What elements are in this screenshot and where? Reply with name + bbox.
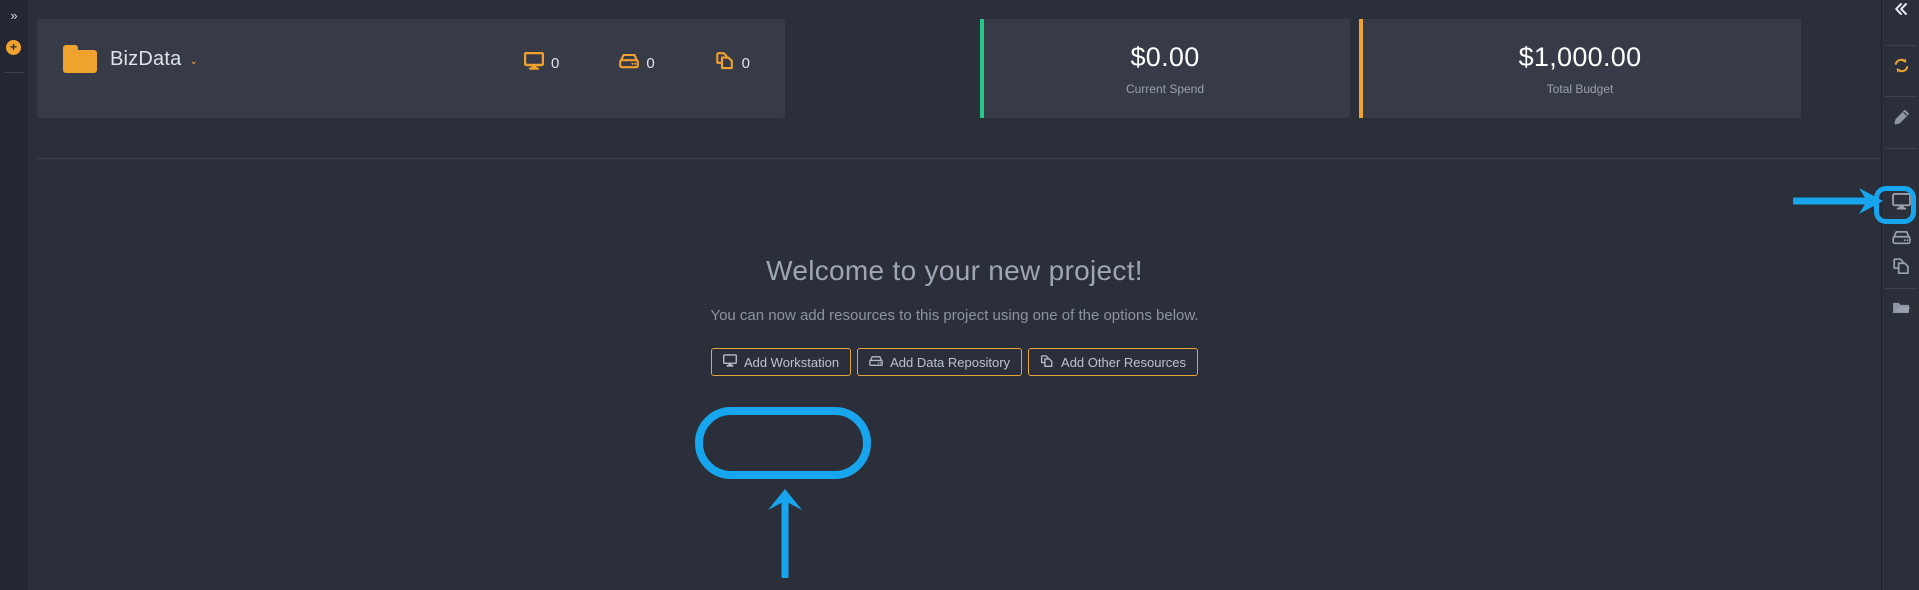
rail-add-other-resources-button[interactable] (1882, 257, 1919, 275)
rail-add-workstation-button[interactable] (1882, 193, 1919, 210)
header-row: BizData ⌄ 0 0 0 $0.00 Current Spend $1,0… (37, 19, 1853, 137)
drive-icon (869, 355, 883, 370)
count-value: 0 (646, 54, 655, 72)
plus-icon: + (9, 39, 17, 54)
add-workstation-button[interactable]: Add Workstation (710, 348, 852, 376)
monitor-icon (523, 51, 545, 75)
refresh-icon (1893, 57, 1910, 74)
count-other-resources: 0 (715, 51, 750, 75)
collapse-panel-button[interactable] (1882, 2, 1919, 16)
right-action-rail (1881, 0, 1919, 590)
stat-value: $1,000.00 (1518, 41, 1642, 72)
browse-files-button[interactable] (1882, 300, 1919, 315)
collapse-left-icon (1893, 2, 1909, 16)
chevron-down-icon[interactable]: ⌄ (189, 56, 197, 67)
resource-button-row: Add Workstation Add Data Repository Add … (28, 348, 1881, 376)
header-divider (37, 158, 1909, 159)
rail-divider (1885, 96, 1917, 97)
accent-bar (980, 19, 984, 118)
project-name: BizData (110, 47, 182, 70)
project-identity[interactable]: BizData ⌄ (63, 45, 198, 73)
expand-sidebar-icon[interactable]: » (0, 4, 28, 26)
button-label: Add Other Resources (1061, 354, 1187, 370)
page-subtitle: You can now add resources to this projec… (710, 307, 1199, 324)
drive-icon (619, 53, 640, 74)
stat-value: $0.00 (1130, 41, 1200, 72)
resource-counts: 0 0 0 (523, 51, 750, 75)
add-other-resources-button[interactable]: Add Other Resources (1028, 348, 1199, 376)
main-content: BizData ⌄ 0 0 0 $0.00 Current Spend $1,0… (28, 0, 1909, 590)
folder-open-icon (1891, 300, 1911, 315)
count-value: 0 (741, 54, 750, 72)
button-label: Add Workstation (743, 354, 840, 370)
copy-icon (1892, 257, 1911, 275)
folder-icon (63, 45, 97, 73)
rail-divider (1885, 148, 1917, 149)
stat-label: Total Budget (1546, 81, 1614, 96)
rail-divider (4, 72, 24, 73)
app-root: » + BizData ⌄ 0 0 0 $0.00 Current Spend … (0, 0, 1919, 590)
add-project-button[interactable]: + (6, 40, 21, 55)
rail-divider (1885, 288, 1917, 289)
stat-label: Current Spend (1125, 81, 1205, 96)
left-sidebar-rail: » + (0, 0, 28, 590)
count-value: 0 (550, 54, 560, 72)
pencil-icon (1893, 109, 1910, 126)
copy-icon (1040, 354, 1054, 371)
stat-card-total-budget: $1,000.00 Total Budget (1359, 19, 1801, 118)
count-data-repositories: 0 (619, 53, 655, 74)
monitor-icon (1891, 193, 1911, 210)
add-data-repository-button[interactable]: Add Data Repository (857, 348, 1023, 376)
rail-add-data-repository-button[interactable] (1882, 230, 1919, 245)
copy-icon (715, 51, 735, 75)
refresh-button[interactable] (1882, 57, 1919, 74)
stat-card-current-spend: $0.00 Current Spend (980, 19, 1350, 118)
monitor-icon (722, 354, 737, 370)
drive-icon (1891, 230, 1911, 245)
rail-divider (1885, 45, 1917, 46)
welcome-block: Welcome to your new project! You can now… (28, 255, 1881, 324)
edit-button[interactable] (1882, 109, 1919, 126)
count-workstations: 0 (523, 51, 560, 75)
project-summary-panel: BizData ⌄ 0 0 0 (37, 19, 785, 118)
accent-bar (1359, 19, 1363, 118)
button-label: Add Data Repository (890, 354, 1011, 370)
page-title: Welcome to your new project! (766, 255, 1143, 286)
